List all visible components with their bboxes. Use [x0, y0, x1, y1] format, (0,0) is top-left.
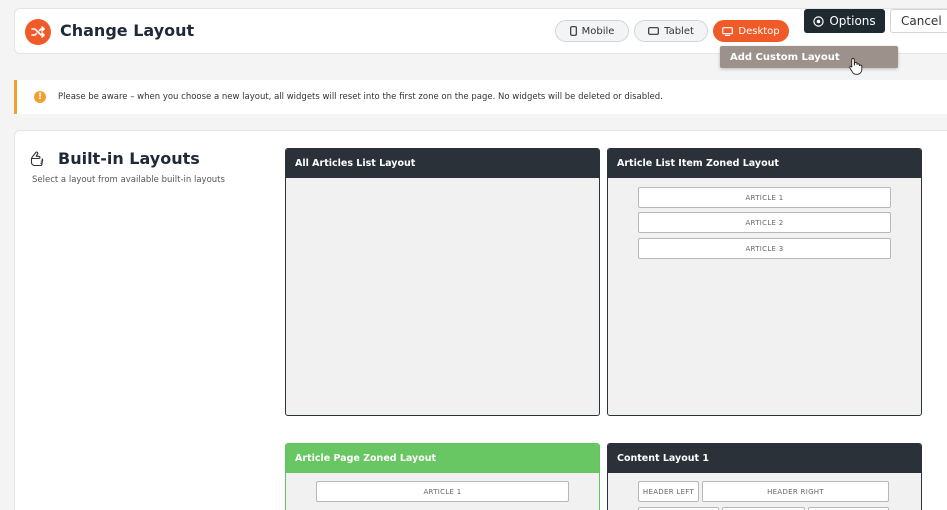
tablet-view-button[interactable]: Tablet	[634, 20, 708, 42]
mobile-view-button[interactable]: Mobile	[555, 20, 629, 42]
layout-card-article-page-zoned[interactable]: Article Page Zoned Layout ARTICLE 1	[285, 443, 600, 510]
mobile-view-label: Mobile	[581, 25, 615, 37]
zone-slot: ARTICLE 1	[316, 481, 569, 502]
desktop-view-label: Desktop	[738, 25, 780, 37]
zone-slot: HEADER LEFT	[638, 481, 699, 502]
tablet-icon	[648, 27, 660, 35]
add-custom-layout-menu-item[interactable]: Add Custom Layout	[720, 46, 898, 68]
desktop-icon	[722, 26, 734, 36]
zone-slot: ARTICLE 1	[638, 187, 891, 208]
warning-alert: ! Please be aware – when you choose a ne…	[14, 80, 947, 114]
plus-circle-icon	[813, 15, 825, 27]
desktop-view-button[interactable]: Desktop	[713, 20, 789, 42]
hand-cursor-icon	[848, 57, 864, 79]
builtin-layouts-subtitle: Select a layout from available built-in …	[32, 175, 225, 185]
mobile-icon	[569, 26, 577, 36]
layout-card-title: Article List Item Zoned Layout	[608, 149, 921, 178]
layout-card-all-articles-list[interactable]: All Articles List Layout	[285, 148, 600, 416]
builtin-layouts-title: Built-in Layouts	[58, 149, 200, 168]
shuffle-icon	[25, 19, 51, 45]
options-button[interactable]: Options	[804, 9, 885, 33]
zone-slot: ARTICLE 3	[638, 238, 891, 259]
layout-card-title: Article Page Zoned Layout	[286, 444, 599, 473]
warning-icon: !	[34, 91, 46, 103]
pointer-hand-icon	[30, 151, 44, 166]
layout-card-title: Content Layout 1	[608, 444, 921, 473]
layout-card-article-list-item-zoned[interactable]: Article List Item Zoned Layout ARTICLE 1…	[607, 148, 922, 416]
cancel-button[interactable]: Cancel	[890, 9, 947, 33]
options-label: Options	[829, 14, 876, 28]
layout-card-title: All Articles List Layout	[286, 149, 599, 178]
page-title: Change Layout	[60, 21, 195, 40]
builtin-layouts-heading: Built-in Layouts	[30, 149, 200, 168]
alert-message: Please be aware – when you choose a new …	[58, 92, 663, 102]
zone-slot: ARTICLE 2	[638, 212, 891, 233]
zone-slot: HEADER RIGHT	[702, 481, 889, 502]
layout-card-content-layout-1[interactable]: Content Layout 1 HEADER LEFT HEADER RIGH…	[607, 443, 922, 510]
tablet-view-label: Tablet	[664, 25, 694, 37]
